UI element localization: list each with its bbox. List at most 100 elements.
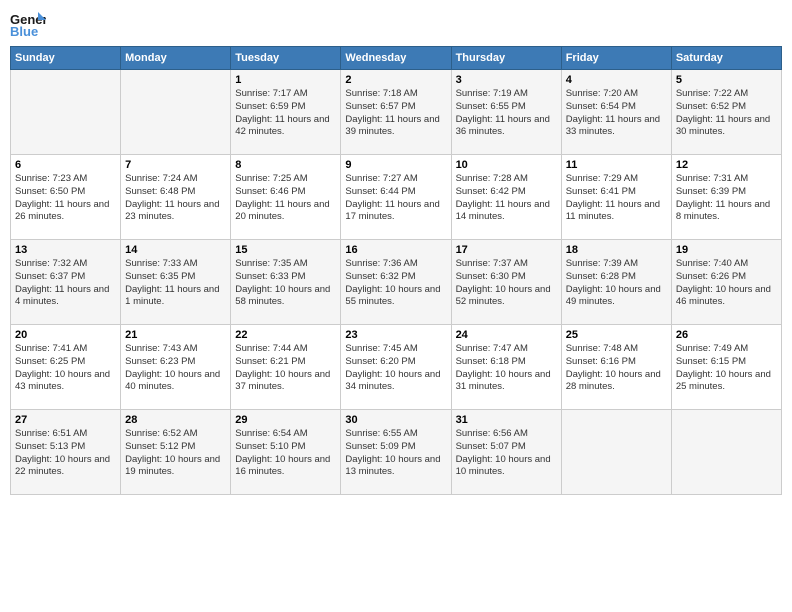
calendar-cell: 27Sunrise: 6:51 AM Sunset: 5:13 PM Dayli…: [11, 410, 121, 495]
calendar-cell: 13Sunrise: 7:32 AM Sunset: 6:37 PM Dayli…: [11, 240, 121, 325]
day-info: Sunrise: 7:49 AM Sunset: 6:15 PM Dayligh…: [676, 343, 777, 394]
day-info: Sunrise: 7:37 AM Sunset: 6:30 PM Dayligh…: [456, 258, 557, 309]
day-number: 27: [15, 414, 116, 426]
logo-icon: General Blue: [10, 10, 46, 38]
calendar-cell: 10 Sunrise: 7:28 AM Sunset: 6:42 PM Dayli…: [451, 155, 561, 240]
day-info: Sunrise: 7:39 AM Sunset: 6:28 PM Dayligh…: [566, 258, 667, 309]
day-info: Sunrise: 7:28 AM Sunset: 6:42 PM Dayligh…: [456, 173, 557, 224]
day-number: 24: [456, 329, 557, 341]
day-info: Sunrise: 7:29 AM Sunset: 6:41 PM Dayligh…: [566, 173, 667, 224]
day-info: Sunrise: 7:48 AM Sunset: 6:16 PM Dayligh…: [566, 343, 667, 394]
day-number: 16: [345, 244, 446, 256]
day-info: Sunrise: 7:23 AM Sunset: 6:50 PM Dayligh…: [15, 173, 116, 224]
day-info: Sunrise: 7:18 AM Sunset: 6:57 PM Dayligh…: [345, 88, 446, 139]
calendar-cell: 28 Sunrise: 6:52 AM Sunset: 5:12 PM Dayli…: [121, 410, 231, 495]
day-info: Sunrise: 7:32 AM Sunset: 6:37 PM Dayligh…: [15, 258, 116, 309]
weekday-wednesday: Wednesday: [341, 47, 451, 70]
day-number: 14: [125, 244, 226, 256]
calendar-cell: 30 Sunrise: 6:55 AM Sunset: 5:09 PM Dayli…: [341, 410, 451, 495]
day-number: 1: [235, 74, 336, 86]
calendar-cell: 4 Sunrise: 7:20 AM Sunset: 6:54 PM Daylig…: [561, 70, 671, 155]
day-info: Sunrise: 7:44 AM Sunset: 6:21 PM Dayligh…: [235, 343, 336, 394]
calendar-week-2: 6 Sunrise: 7:23 AM Sunset: 6:50 PM Daylig…: [11, 155, 782, 240]
day-info: Sunrise: 7:25 AM Sunset: 6:46 PM Dayligh…: [235, 173, 336, 224]
page-header: General Blue: [10, 10, 782, 38]
day-number: 10: [456, 159, 557, 171]
day-info: Sunrise: 7:17 AM Sunset: 6:59 PM Dayligh…: [235, 88, 336, 139]
calendar-cell: 20 Sunrise: 7:41 AM Sunset: 6:25 PM Dayli…: [11, 325, 121, 410]
calendar-cell: 19 Sunrise: 7:40 AM Sunset: 6:26 PM Dayli…: [671, 240, 781, 325]
calendar-cell: 23 Sunrise: 7:45 AM Sunset: 6:20 PM Dayli…: [341, 325, 451, 410]
day-number: 30: [345, 414, 446, 426]
calendar-cell: 11Sunrise: 7:29 AM Sunset: 6:41 PM Dayli…: [561, 155, 671, 240]
day-info: Sunrise: 7:47 AM Sunset: 6:18 PM Dayligh…: [456, 343, 557, 394]
calendar-cell: [561, 410, 671, 495]
day-number: 18: [566, 244, 667, 256]
day-number: 17: [456, 244, 557, 256]
day-number: 5: [676, 74, 777, 86]
day-info: Sunrise: 6:55 AM Sunset: 5:09 PM Dayligh…: [345, 428, 446, 479]
weekday-header-row: SundayMondayTuesdayWednesdayThursdayFrid…: [11, 47, 782, 70]
day-number: 26: [676, 329, 777, 341]
day-number: 28: [125, 414, 226, 426]
calendar-cell: 18 Sunrise: 7:39 AM Sunset: 6:28 PM Dayli…: [561, 240, 671, 325]
day-info: Sunrise: 7:43 AM Sunset: 6:23 PM Dayligh…: [125, 343, 226, 394]
day-number: 31: [456, 414, 557, 426]
day-info: Sunrise: 7:20 AM Sunset: 6:54 PM Dayligh…: [566, 88, 667, 139]
svg-text:Blue: Blue: [10, 24, 38, 38]
day-number: 6: [15, 159, 116, 171]
calendar-cell: 16Sunrise: 7:36 AM Sunset: 6:32 PM Dayli…: [341, 240, 451, 325]
calendar-cell: 9Sunrise: 7:27 AM Sunset: 6:44 PM Daylig…: [341, 155, 451, 240]
day-number: 15: [235, 244, 336, 256]
day-info: Sunrise: 7:35 AM Sunset: 6:33 PM Dayligh…: [235, 258, 336, 309]
calendar-cell: [671, 410, 781, 495]
weekday-monday: Monday: [121, 47, 231, 70]
calendar-cell: 26 Sunrise: 7:49 AM Sunset: 6:15 PM Dayli…: [671, 325, 781, 410]
weekday-sunday: Sunday: [11, 47, 121, 70]
day-info: Sunrise: 7:33 AM Sunset: 6:35 PM Dayligh…: [125, 258, 226, 309]
day-info: Sunrise: 7:22 AM Sunset: 6:52 PM Dayligh…: [676, 88, 777, 139]
day-number: 2: [345, 74, 446, 86]
calendar-cell: 24 Sunrise: 7:47 AM Sunset: 6:18 PM Dayli…: [451, 325, 561, 410]
weekday-saturday: Saturday: [671, 47, 781, 70]
day-number: 19: [676, 244, 777, 256]
day-info: Sunrise: 7:40 AM Sunset: 6:26 PM Dayligh…: [676, 258, 777, 309]
weekday-thursday: Thursday: [451, 47, 561, 70]
calendar-week-4: 20 Sunrise: 7:41 AM Sunset: 6:25 PM Dayli…: [11, 325, 782, 410]
day-number: 29: [235, 414, 336, 426]
calendar-week-1: 1 Sunrise: 7:17 AM Sunset: 6:59 PM Daylig…: [11, 70, 782, 155]
calendar-cell: 17 Sunrise: 7:37 AM Sunset: 6:30 PM Dayli…: [451, 240, 561, 325]
day-info: Sunrise: 7:24 AM Sunset: 6:48 PM Dayligh…: [125, 173, 226, 224]
calendar-cell: 29 Sunrise: 6:54 AM Sunset: 5:10 PM Dayli…: [231, 410, 341, 495]
calendar-week-5: 27Sunrise: 6:51 AM Sunset: 5:13 PM Dayli…: [11, 410, 782, 495]
weekday-tuesday: Tuesday: [231, 47, 341, 70]
calendar-cell: 3 Sunrise: 7:19 AM Sunset: 6:55 PM Daylig…: [451, 70, 561, 155]
calendar-table: SundayMondayTuesdayWednesdayThursdayFrid…: [10, 46, 782, 495]
day-number: 7: [125, 159, 226, 171]
day-info: Sunrise: 7:45 AM Sunset: 6:20 PM Dayligh…: [345, 343, 446, 394]
calendar-cell: 31Sunrise: 6:56 AM Sunset: 5:07 PM Dayli…: [451, 410, 561, 495]
day-number: 23: [345, 329, 446, 341]
weekday-friday: Friday: [561, 47, 671, 70]
day-number: 22: [235, 329, 336, 341]
day-info: Sunrise: 7:31 AM Sunset: 6:39 PM Dayligh…: [676, 173, 777, 224]
calendar-cell: 6 Sunrise: 7:23 AM Sunset: 6:50 PM Daylig…: [11, 155, 121, 240]
day-number: 3: [456, 74, 557, 86]
day-number: 20: [15, 329, 116, 341]
calendar-cell: 12Sunrise: 7:31 AM Sunset: 6:39 PM Dayli…: [671, 155, 781, 240]
calendar-week-3: 13Sunrise: 7:32 AM Sunset: 6:37 PM Dayli…: [11, 240, 782, 325]
day-info: Sunrise: 6:54 AM Sunset: 5:10 PM Dayligh…: [235, 428, 336, 479]
day-info: Sunrise: 6:52 AM Sunset: 5:12 PM Dayligh…: [125, 428, 226, 479]
day-info: Sunrise: 7:27 AM Sunset: 6:44 PM Dayligh…: [345, 173, 446, 224]
calendar-cell: 14 Sunrise: 7:33 AM Sunset: 6:35 PM Dayli…: [121, 240, 231, 325]
day-info: Sunrise: 7:19 AM Sunset: 6:55 PM Dayligh…: [456, 88, 557, 139]
calendar-cell: [121, 70, 231, 155]
calendar-cell: 7 Sunrise: 7:24 AM Sunset: 6:48 PM Daylig…: [121, 155, 231, 240]
day-number: 21: [125, 329, 226, 341]
day-number: 4: [566, 74, 667, 86]
day-info: Sunrise: 7:41 AM Sunset: 6:25 PM Dayligh…: [15, 343, 116, 394]
calendar-cell: 8Sunrise: 7:25 AM Sunset: 6:46 PM Daylig…: [231, 155, 341, 240]
calendar-cell: 15 Sunrise: 7:35 AM Sunset: 6:33 PM Dayli…: [231, 240, 341, 325]
calendar-cell: 2 Sunrise: 7:18 AM Sunset: 6:57 PM Daylig…: [341, 70, 451, 155]
logo: General Blue: [10, 10, 50, 38]
